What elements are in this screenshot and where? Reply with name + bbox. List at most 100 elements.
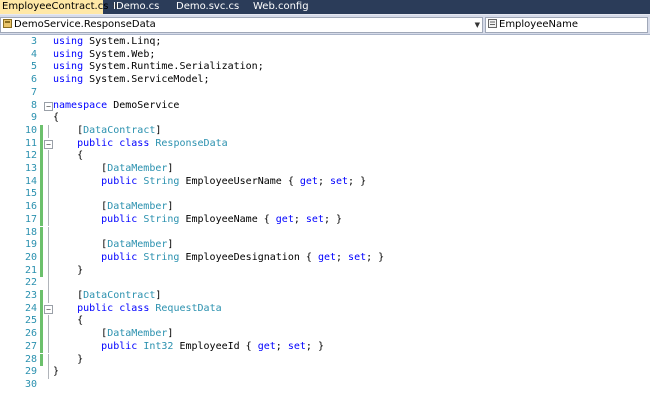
line-number: 18 xyxy=(24,226,37,238)
collapse-icon[interactable]: − xyxy=(44,139,53,149)
type-selector-value: DemoService.ResponseData xyxy=(14,19,156,30)
type-token: DataContract xyxy=(83,124,156,136)
type-selector-dropdown[interactable]: DemoService.ResponseData ▼ xyxy=(0,17,483,33)
line-number: 23 xyxy=(24,290,37,301)
code-line[interactable]: 11− public class ResponseData xyxy=(0,137,650,151)
line-number: 7 xyxy=(30,86,37,98)
code-line[interactable]: 9{ xyxy=(0,112,650,125)
line-number: 12 xyxy=(24,150,37,162)
code-line[interactable]: 16 [DataMember] xyxy=(0,201,650,214)
code-text: using System.ServiceModel; xyxy=(53,74,210,87)
code-text: public class RequestData xyxy=(53,303,222,316)
outline-guide xyxy=(48,277,49,290)
line-number: 15 xyxy=(24,188,37,200)
code-line[interactable]: 21 } xyxy=(0,264,650,278)
code-line[interactable]: 24− public class RequestData xyxy=(0,302,650,316)
keyword-token: set xyxy=(348,251,367,263)
code-token: { xyxy=(53,150,84,162)
code-line[interactable]: 20 public String EmployeeDesignation { g… xyxy=(0,251,650,265)
keyword-token: get xyxy=(257,340,276,352)
type-token: String xyxy=(143,251,180,263)
code-line[interactable]: 18 xyxy=(0,226,650,240)
tab-idemo-cs[interactable]: IDemo.cs xyxy=(113,0,159,14)
code-line[interactable]: 12 { xyxy=(0,150,650,163)
tab-demo-svc-cs[interactable]: Demo.svc.cs xyxy=(176,0,239,14)
code-token: ; } xyxy=(323,213,343,225)
change-marker xyxy=(40,239,43,252)
code-editor[interactable]: 3 using System.Linq; 4 using System.Web; 5 us… xyxy=(0,35,650,400)
code-token: [ xyxy=(53,328,108,340)
code-token: ] xyxy=(167,163,174,174)
code-token: [ xyxy=(53,290,84,301)
member-selector-value: EmployeeName xyxy=(499,19,579,30)
code-token: System.ServiceModel; xyxy=(83,74,210,86)
code-line[interactable]: 13 [DataMember] xyxy=(0,163,650,176)
code-line[interactable]: 22 xyxy=(0,277,650,290)
keyword-token: using xyxy=(53,74,84,86)
keyword-token: get xyxy=(299,175,318,187)
type-token: DataMember xyxy=(107,201,168,213)
code-line[interactable]: 26 [DataMember] xyxy=(0,328,650,341)
change-marker xyxy=(40,150,43,163)
code-text: [DataContract] xyxy=(53,125,161,138)
keyword-token: public xyxy=(53,340,138,352)
change-marker xyxy=(40,366,43,379)
tab-employeecontract-cs[interactable]: EmployeeContract.cs ✕ xyxy=(0,0,119,14)
code-line[interactable]: 28 } xyxy=(0,353,650,367)
change-marker xyxy=(40,124,43,138)
keyword-token: using xyxy=(53,61,84,73)
code-text: using System.Web; xyxy=(53,49,155,62)
outline-guide xyxy=(48,188,49,202)
type-token: DataMember xyxy=(107,239,168,251)
code-line[interactable]: 23 [DataContract] xyxy=(0,290,650,303)
code-line[interactable]: 3 using System.Linq; xyxy=(0,36,650,49)
type-token: ResponseData xyxy=(155,137,228,149)
code-line[interactable]: 8− namespace DemoService xyxy=(0,100,650,113)
outline-guide xyxy=(48,353,49,367)
change-marker xyxy=(40,226,43,240)
code-line[interactable]: 6 using System.ServiceModel; xyxy=(0,74,650,87)
outline-guide xyxy=(48,315,49,329)
change-marker xyxy=(40,61,43,74)
code-line[interactable]: 25 { xyxy=(0,315,650,329)
navigation-bar: DemoService.ResponseData ▼ EmployeeName xyxy=(0,14,650,35)
change-marker xyxy=(40,290,43,303)
type-token: String xyxy=(143,175,180,187)
code-line[interactable]: 15 xyxy=(0,188,650,202)
code-token: { xyxy=(53,112,60,124)
keyword-token: namespace xyxy=(53,99,108,111)
code-line[interactable]: 14 public String EmployeeUserName { get;… xyxy=(0,175,650,189)
outline-guide xyxy=(48,124,49,138)
change-marker xyxy=(40,277,43,290)
code-line[interactable]: 27 public Int32 EmployeeId { get; set; } xyxy=(0,340,650,354)
code-token: System.Runtime.Serialization; xyxy=(83,61,264,73)
chevron-down-icon[interactable]: ▼ xyxy=(475,18,480,32)
line-number: 27 xyxy=(24,340,37,352)
code-line[interactable]: 30 xyxy=(0,379,650,392)
tab-web-config[interactable]: Web.config xyxy=(253,0,309,14)
code-text: public String EmployeeDesignation { get;… xyxy=(53,252,384,265)
change-marker xyxy=(40,251,43,265)
code-line[interactable]: 4 using System.Web; xyxy=(0,49,650,62)
code-token: [ xyxy=(53,124,84,136)
keyword-token: public xyxy=(53,302,114,314)
code-line[interactable]: 10 [DataContract] xyxy=(0,124,650,138)
type-token: DataMember xyxy=(107,328,168,340)
code-line[interactable]: 7 xyxy=(0,87,650,100)
line-number: 5 xyxy=(30,61,37,73)
keyword-token: set xyxy=(287,340,306,352)
line-number: 17 xyxy=(24,213,37,225)
code-line[interactable]: 29} xyxy=(0,366,650,379)
collapse-icon[interactable]: − xyxy=(44,304,53,314)
code-line[interactable]: 17 public String EmployeeName { get; set… xyxy=(0,213,650,227)
member-selector-dropdown[interactable]: EmployeeName xyxy=(485,17,648,33)
code-line[interactable]: 5 using System.Runtime.Serialization; xyxy=(0,61,650,74)
outline-guide xyxy=(48,340,49,354)
code-line[interactable]: 19 [DataMember] xyxy=(0,239,650,252)
code-token: ; xyxy=(275,340,288,352)
line-number: 3 xyxy=(30,36,37,47)
line-number: 14 xyxy=(24,175,37,187)
collapse-icon[interactable]: − xyxy=(44,101,53,111)
change-marker xyxy=(40,74,43,87)
outline-guide xyxy=(48,328,49,341)
